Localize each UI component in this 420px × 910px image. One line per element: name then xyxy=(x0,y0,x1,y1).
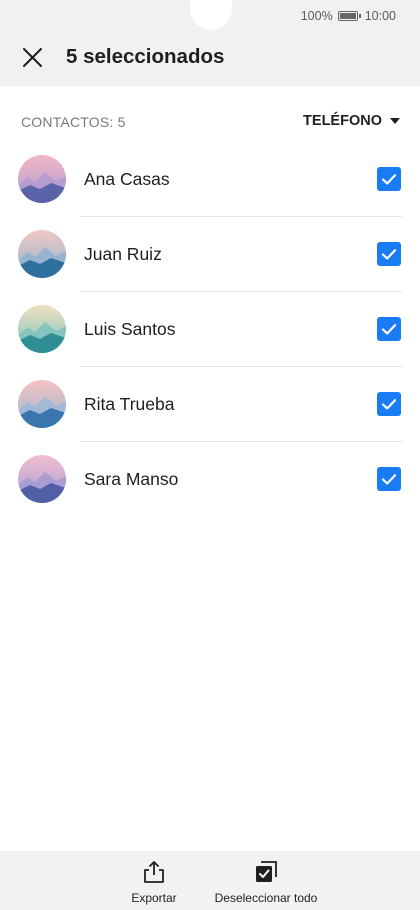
deselect-all-label: Deseleccionar todo xyxy=(214,891,318,905)
clock: 10:00 xyxy=(364,9,396,23)
contact-checkbox[interactable] xyxy=(377,317,401,341)
landscape-avatar-icon xyxy=(18,155,66,203)
bottom-action-bar: Exportar Deseleccionar todo xyxy=(0,851,420,910)
contact-name: Sara Manso xyxy=(84,469,179,489)
contact-name: Luis Santos xyxy=(84,319,176,339)
contact-row[interactable]: Sara Manso xyxy=(0,442,420,517)
battery-icon xyxy=(337,11,361,21)
contact-name: Ana Casas xyxy=(84,169,170,189)
landscape-avatar-icon xyxy=(18,455,66,503)
contact-checkbox[interactable] xyxy=(377,467,401,491)
checkmark-icon xyxy=(381,174,397,185)
camera-notch xyxy=(190,0,232,30)
deselect-all-icon xyxy=(256,861,277,882)
checkmark-icon xyxy=(381,249,397,260)
account-filter-dropdown[interactable]: TELÉFONO xyxy=(303,113,400,129)
contact-row[interactable]: Luis Santos xyxy=(0,292,420,367)
checkmark-icon xyxy=(381,324,397,335)
avatar xyxy=(18,380,66,428)
contacts-count-label: CONTACTOS: 5 xyxy=(21,114,126,130)
app-header: 100% 10:00 5 seleccionados xyxy=(0,0,420,86)
avatar xyxy=(18,155,66,203)
caret-down-icon xyxy=(390,118,400,124)
deselect-all-button[interactable]: Deseleccionar todo xyxy=(210,859,322,905)
landscape-avatar-icon xyxy=(18,305,66,353)
close-icon xyxy=(23,48,42,67)
contact-row[interactable]: Juan Ruiz xyxy=(0,217,420,292)
avatar xyxy=(18,230,66,278)
checkmark-icon xyxy=(381,399,397,410)
landscape-avatar-icon xyxy=(18,230,66,278)
status-bar: 100% 10:00 xyxy=(301,7,396,25)
avatar xyxy=(18,455,66,503)
checkmark-icon xyxy=(381,474,397,485)
battery-percent: 100% xyxy=(300,9,333,23)
contact-row[interactable]: Ana Casas xyxy=(0,142,420,217)
contact-name: Juan Ruiz xyxy=(84,244,162,264)
contact-row[interactable]: Rita Trueba xyxy=(0,367,420,442)
contact-list: Ana Casas Juan Ruiz Luis Santos Rita Trueba… xyxy=(0,142,420,517)
share-export-icon xyxy=(144,861,164,883)
filter-label: TELÉFONO xyxy=(303,113,382,129)
contact-checkbox[interactable] xyxy=(377,242,401,266)
avatar xyxy=(18,305,66,353)
page-title: 5 seleccionados xyxy=(66,45,225,68)
contact-checkbox[interactable] xyxy=(377,167,401,191)
close-button[interactable] xyxy=(18,44,48,74)
contact-name: Rita Trueba xyxy=(84,394,175,414)
landscape-avatar-icon xyxy=(18,380,66,428)
contact-checkbox[interactable] xyxy=(377,392,401,416)
export-label: Exportar xyxy=(131,891,177,905)
export-button[interactable]: Exportar xyxy=(128,859,180,905)
